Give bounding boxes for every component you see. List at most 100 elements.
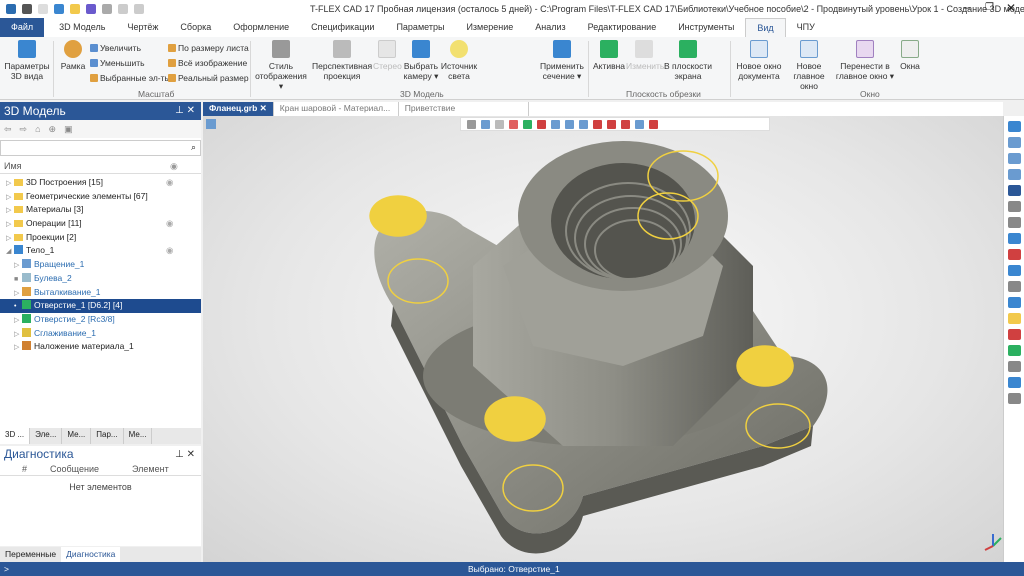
tab-analysis[interactable]: Анализ [524,18,576,37]
tab-3d-model[interactable]: 3D Модель [48,18,116,37]
shapes-icon[interactable] [635,120,644,129]
new-document-window-button[interactable]: Новое окно документа [734,40,784,81]
apply-section-button[interactable]: Применить сечение ▾ [538,40,586,81]
windows-button[interactable]: Окна [897,40,923,71]
params-3d-view-button[interactable]: Параметры 3D вида [4,40,50,81]
view-cube-icon[interactable] [1007,233,1021,244]
tab-drawing[interactable]: Чертёж [116,18,169,37]
light-source-button[interactable]: Источник света [440,40,478,81]
tab-me[interactable]: Ме... [124,428,153,444]
tree-item[interactable]: ▷ Проекции [2] [0,231,201,245]
minimize-button[interactable]: – [964,2,970,14]
camera-view-icon[interactable] [1007,377,1021,388]
home-icon[interactable]: ⌂ [35,124,40,134]
view-front-icon[interactable] [1007,265,1021,276]
tree-item-selected[interactable]: • Отверстие_1 [D6.2] [4] [0,299,201,313]
tab-parameters-panel[interactable]: Пар... [91,428,124,444]
fit-all-button[interactable]: Всё изображение [168,58,247,68]
tree-item[interactable]: ▷ Вращение_1 [0,258,201,272]
tree-item[interactable]: ▷ Материалы [3] [0,203,201,217]
close-button[interactable]: ✕ [1006,1,1016,15]
zoom-selected-button[interactable]: Выбранные эл-ты [90,73,171,83]
back-icon[interactable]: ⇦ [4,124,12,135]
select-filter-icon[interactable] [481,120,490,129]
solid-icon[interactable] [621,120,630,129]
real-size-button[interactable]: Реальный размер [168,73,249,83]
screen-plane-button[interactable]: В плоскости экрана [662,40,714,81]
tab-assembly[interactable]: Сборка [169,18,222,37]
tree-item[interactable]: ▷ 3D Построения [15] ◉ [0,176,201,190]
restore-button[interactable]: ❐ [985,2,994,13]
new-icon[interactable] [38,4,48,14]
check-icon[interactable] [523,120,532,129]
active-clip-button[interactable]: Активна [592,40,626,71]
rotate-icon[interactable] [1007,185,1021,196]
folder-icon[interactable] [70,4,80,14]
doc-tab-flange[interactable]: Фланец.grb ✕ [203,102,274,116]
move-to-main-button[interactable]: Перенести в главное окно ▾ [834,40,896,81]
tab-tools[interactable]: Инструменты [667,18,745,37]
color-icon[interactable] [509,120,518,129]
stereo-button[interactable]: Стерео [373,40,402,71]
vertex-icon[interactable] [579,120,588,129]
zoom-in-icon[interactable] [1007,153,1021,164]
tree-item[interactable]: ▷ Выталкивание_1 [0,286,201,300]
body-icon[interactable] [593,120,602,129]
filter-icon[interactable]: ▣ [64,124,73,135]
tab-diagnostics[interactable]: Диагностика [61,547,121,562]
pin-close-icon[interactable]: ⊥ ✕ [175,105,195,116]
text-icon[interactable] [1007,393,1021,404]
menu-icon[interactable] [22,4,32,14]
tab-view[interactable]: Вид [745,18,786,37]
print-icon[interactable] [102,4,112,14]
operation-icon[interactable] [607,120,616,129]
globe-icon[interactable] [1007,297,1021,308]
filter-icon[interactable] [467,120,476,129]
tree-item[interactable]: ▷ Наложение материала_1 [0,340,201,354]
new-main-window-button[interactable]: Новое главное окно [785,40,833,91]
zoom-out-icon[interactable] [1007,169,1021,180]
forward-icon[interactable]: ⇨ [20,124,28,135]
flange-model[interactable] [203,116,1003,562]
zoom-icon[interactable] [1007,137,1021,148]
tab-elements[interactable]: Эле... [30,428,63,444]
redo-icon[interactable] [134,4,144,14]
tab-file[interactable]: Файл [0,18,45,37]
tree-item[interactable]: ▷ Сглаживание_1 [0,327,201,341]
perspective-button[interactable]: Перспективная проекция [312,40,372,81]
tree-item[interactable]: ▷ Отверстие_2 [Rc3/8] [0,313,201,327]
tab-materials[interactable]: Ме... [62,428,92,444]
doc-tab-welcome[interactable]: Приветствие [399,102,529,116]
export-icon[interactable] [649,120,658,129]
command-prompt[interactable]: > [4,564,9,574]
arrows-icon[interactable] [1007,329,1021,340]
display-style-button[interactable]: Стиль отображения ▾ [252,40,310,91]
choose-camera-button[interactable]: Выбрать камеру ▾ [402,40,440,81]
3d-viewport[interactable] [203,116,1003,562]
change-clip-button[interactable]: Изменить [626,40,664,71]
tab-specifications[interactable]: Спецификации [300,18,385,37]
zoom-out-button[interactable]: Уменьшить [90,58,145,68]
target-icon[interactable]: ⊕ [49,124,57,135]
edge-icon[interactable] [565,120,574,129]
tree-toggle-icon[interactable] [206,119,216,129]
frame-zoom-button[interactable]: Рамка [58,40,88,71]
tab-variables[interactable]: Переменные [0,547,61,562]
magnet-icon[interactable] [1007,121,1021,132]
material-icon[interactable] [1007,345,1021,356]
view-side-icon[interactable] [1007,281,1021,292]
tab-cnc[interactable]: ЧПУ [786,18,826,37]
face-icon[interactable] [551,120,560,129]
tree-item[interactable]: ▷ Геометрические элементы [67] [0,190,201,204]
visibility-column-icon[interactable]: ◉ [170,161,178,172]
tree-item[interactable]: ▷ Операции [11] ◉ [0,217,201,231]
screen-icon[interactable] [1007,361,1021,372]
tab-3d-model-panel[interactable]: 3D ... [0,428,31,444]
zoom-in-button[interactable]: Увеличить [90,43,141,53]
open-icon[interactable] [54,4,64,14]
tree-search-input[interactable]: ⌕ [0,140,201,156]
tree-column-header[interactable]: Имя ◉ [0,158,201,174]
tab-formatting[interactable]: Оформление [222,18,300,37]
tab-editing[interactable]: Редактирование [577,18,668,37]
orbit-icon[interactable] [1007,217,1021,228]
